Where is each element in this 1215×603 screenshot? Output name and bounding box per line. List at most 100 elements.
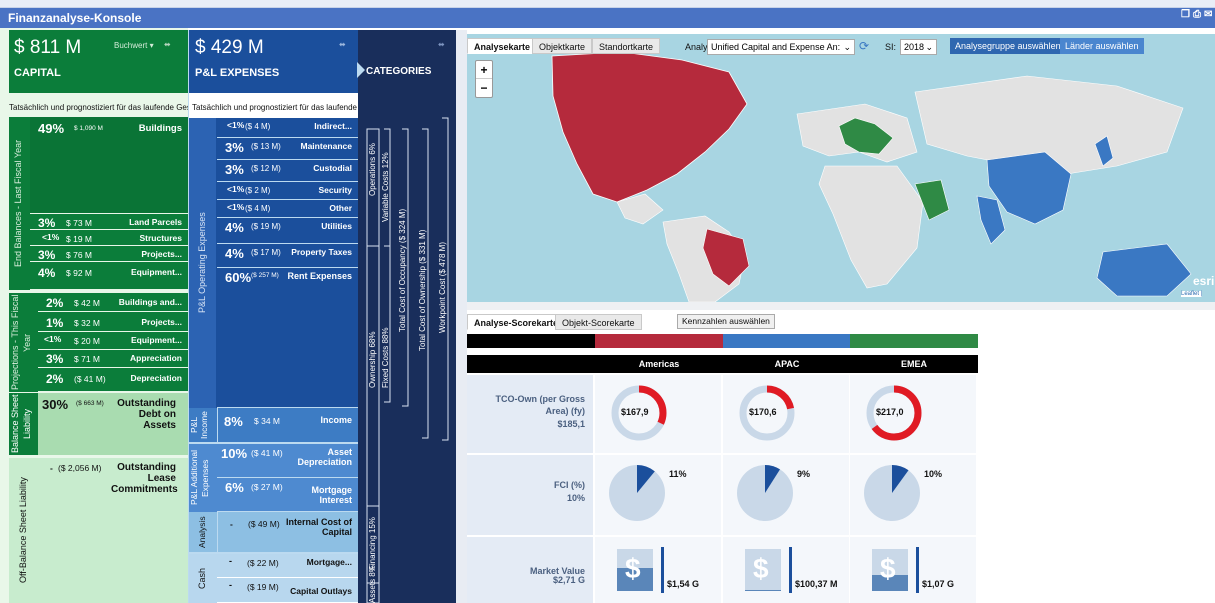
metric-cell: 11%	[595, 455, 721, 535]
row-pct: <1%	[227, 202, 245, 212]
row-amount: ($ 27 M)	[251, 482, 283, 492]
data-row[interactable]: 3% ($ 12 M) Custodial	[217, 160, 358, 182]
row-label: Land Parcels	[129, 217, 182, 227]
data-row[interactable]: 3% $ 73 M Land Parcels	[30, 214, 188, 230]
row-label: Mortgage Interest	[311, 485, 353, 505]
row-amount: ($ 41 M)	[74, 374, 106, 384]
row-label: Rent Expenses	[287, 271, 352, 281]
cat-fixed: Fixed Costs 88%	[381, 327, 390, 388]
countries-button[interactable]: Länder auswählen	[1060, 38, 1144, 54]
restore-icon[interactable]: ❐	[1181, 10, 1191, 20]
row-pct: <1%	[44, 334, 62, 344]
data-row[interactable]: <1% ($ 4 M) Indirect...	[217, 118, 358, 138]
row-label: Custodial	[313, 163, 352, 173]
print-icon[interactable]: ⎙	[1193, 10, 1203, 20]
region-color-bar	[850, 334, 978, 348]
leaflet-attribution[interactable]: Leaflet |	[1181, 291, 1203, 297]
value-marker	[789, 547, 792, 593]
pl-header: $ 429 M P&L EXPENSES ⬌	[189, 30, 358, 93]
categories-panel: CATEGORIES ⬌ Operations 6% Variable Cost…	[357, 30, 456, 603]
capital-dropdown[interactable]: Buchwert ▾	[114, 41, 154, 50]
data-row[interactable]: 3% ($ 13 M) Maintenance	[217, 138, 358, 160]
cat-ownership-total: Total Cost of Ownership ($ 331 M)	[418, 229, 427, 351]
data-row[interactable]: 3% $ 71 M Appreciation	[38, 350, 188, 368]
cat-assets: Assets 8%	[368, 565, 377, 603]
row-lease-commitments[interactable]: - ($ 2,056 M) Outstanding Lease Commitme…	[38, 458, 188, 518]
data-row[interactable]: 10% ($ 41 M) Asset Depreciation	[217, 444, 358, 478]
row-amount: $ 92 M	[66, 268, 92, 278]
splitter[interactable]	[456, 30, 467, 603]
region-north-america	[551, 51, 748, 203]
metrics-button[interactable]: Kennzahlen auswählen	[677, 314, 775, 329]
row-buildings[interactable]: 49% $ 1,090 M Buildings	[30, 117, 188, 214]
data-row[interactable]: 4% ($ 19 M) Utilities	[217, 218, 358, 244]
score-tab-2[interactable]: Objekt-Scorekarte	[555, 314, 642, 330]
pie-gauge	[609, 465, 665, 521]
section-income: P&L Income	[189, 411, 209, 439]
row-income[interactable]: 8% $ 34 M Income	[217, 408, 358, 442]
data-row[interactable]: <1% $ 20 M Equipment...	[38, 332, 188, 350]
zoom-in-button[interactable]: +	[476, 61, 492, 79]
map-view[interactable]: + − esri Leaflet |	[467, 34, 1215, 302]
row-label: Capital Outlays	[290, 586, 352, 596]
metric-cell: $170,6	[723, 375, 849, 453]
row-pct: 6%	[225, 480, 244, 495]
score-tab-1[interactable]: Analyse-Scorekarte	[467, 314, 566, 330]
si-select[interactable]: 2018 ⌄	[900, 39, 937, 55]
metric-label: TCO-Own (per Gross Area) (fy) $185,1	[467, 375, 593, 453]
data-row[interactable]: 4% $ 92 M Equipment...	[30, 264, 188, 290]
data-row[interactable]: 4% ($ 17 M) Property Taxes	[217, 244, 358, 268]
chevron-down-icon: ⌄	[925, 42, 933, 52]
data-row[interactable]: <1% ($ 2 M) Security	[217, 182, 358, 200]
data-row[interactable]: - ($ 19 M) Capital Outlays	[217, 578, 358, 603]
row-pct: 4%	[225, 246, 244, 261]
esri-logo: esri	[1193, 274, 1215, 288]
metric-label: FCI (%) 10%	[467, 455, 593, 535]
data-row[interactable]: 6% ($ 27 M) Mortgage Interest	[217, 478, 358, 512]
cat-variable: Variable Costs 12%	[381, 152, 390, 223]
row-label: Structures	[139, 233, 182, 243]
row-amount: ($ 663 M)	[76, 400, 104, 407]
row-internal-cost[interactable]: - ($ 49 M) Internal Cost of Capital	[217, 512, 358, 552]
mail-icon[interactable]: ✉	[1204, 10, 1214, 20]
metric-cell: $217,0	[850, 375, 976, 453]
metric-value: $1,07 G	[922, 579, 955, 589]
metric-total: $2,71 G	[552, 575, 585, 585]
metric-value: 9%	[797, 469, 811, 479]
row-label: Outstanding Lease Commitments	[111, 462, 178, 495]
data-row[interactable]: 1% $ 32 M Projects...	[38, 314, 188, 332]
row-amount: ($ 257 M)	[251, 272, 279, 279]
expand-icon[interactable]: ⬌	[164, 40, 171, 49]
si-label: SI:	[885, 42, 897, 52]
map-scorecard-divider[interactable]	[467, 302, 1215, 310]
refresh-icon[interactable]: ⟳	[859, 39, 869, 53]
metric-cell: $ $100,37 M	[723, 537, 849, 603]
data-row[interactable]: - ($ 22 M) Mortgage...	[217, 554, 358, 578]
row-amount: ($ 22 M)	[247, 558, 279, 568]
data-row[interactable]: <1% $ 19 M Structures	[30, 230, 188, 246]
zoom-out-button[interactable]: −	[476, 79, 492, 97]
data-row[interactable]: 60% ($ 257 M) Rent Expenses	[217, 268, 358, 408]
map-tab-3[interactable]: Standortkarte	[592, 38, 661, 54]
row-label: Equipment...	[131, 267, 182, 277]
analyse-select[interactable]: Unified Capital and Expense An: ⌄	[707, 39, 855, 55]
row-amount: ($ 49 M)	[248, 519, 280, 529]
metric-value: $170,6	[749, 407, 777, 417]
row-label: Outstanding Debt on Assets	[117, 398, 176, 431]
expand-icon[interactable]: ⬌	[339, 40, 346, 49]
map-tab-2[interactable]: Objektkarte	[532, 38, 593, 54]
analysis-group-button[interactable]: Analysegruppe auswählen	[950, 38, 1066, 54]
row-label: Maintenance	[300, 141, 353, 151]
row-outstanding-debt[interactable]: 30% ($ 663 M) Outstanding Debt on Assets	[38, 393, 188, 455]
data-row[interactable]: 2% ($ 41 M) Depreciation	[38, 370, 188, 392]
data-row[interactable]: 2% $ 42 M Buildings and...	[38, 294, 188, 312]
row-amount: ($ 4 M)	[245, 122, 271, 131]
data-row[interactable]: <1% ($ 4 M) Other	[217, 200, 358, 218]
dollar-glyph: $	[880, 553, 896, 584]
dollar-glyph: $	[625, 553, 641, 584]
cat-occupancy: Total Cost of Occupancy ($ 324 M)	[398, 208, 407, 332]
map-tab-1[interactable]: Analysekarte	[467, 38, 538, 54]
row-amount: $ 34 M	[254, 416, 280, 426]
data-row[interactable]: 3% $ 76 M Projects...	[30, 246, 188, 262]
metric-value: 10%	[924, 469, 943, 479]
